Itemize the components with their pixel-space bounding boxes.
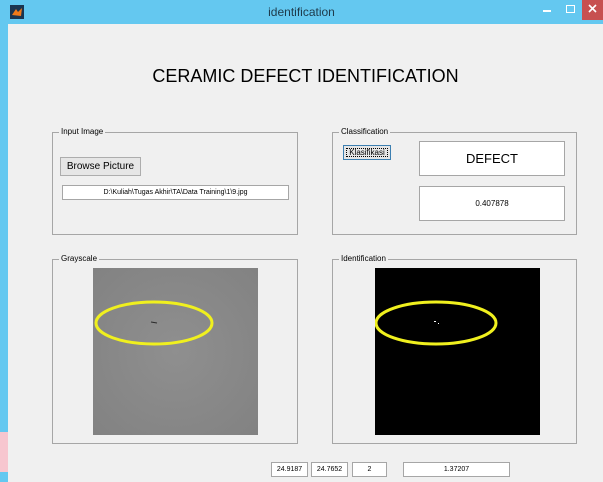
panel-title: Identification — [339, 253, 388, 265]
stat-value-2: 24.7652 — [311, 462, 348, 477]
input-image-panel: Input Image — [52, 126, 298, 235]
panel-title: Input Image — [59, 126, 106, 138]
border-highlight — [0, 432, 8, 472]
minimize-button[interactable] — [536, 0, 558, 20]
panel-title: Classification — [339, 126, 391, 138]
maximize-icon — [566, 5, 575, 13]
window-title: identification — [268, 5, 335, 19]
maximize-button[interactable] — [560, 0, 582, 20]
classification-result: DEFECT — [419, 141, 565, 176]
figure-area: CERAMIC DEFECT IDENTIFICATION Input Imag… — [8, 24, 603, 482]
focus-ring — [346, 148, 388, 157]
defect-mark — [438, 323, 439, 324]
stat-value-4: 1.37207 — [403, 462, 510, 477]
stat-value-3: 2 — [352, 462, 387, 477]
identification-overlay — [375, 300, 498, 346]
highlight-ellipse — [375, 300, 498, 346]
defect-mark — [434, 321, 436, 322]
klasifikasi-button[interactable]: Klasifikasi — [343, 145, 391, 160]
title-bar[interactable]: identification — [0, 0, 603, 24]
window-border — [0, 24, 8, 482]
grayscale-overlay — [93, 268, 258, 435]
grayscale-image — [93, 268, 258, 435]
stat-value-1: 24.9187 — [271, 462, 308, 477]
page-title: CERAMIC DEFECT IDENTIFICATION — [152, 66, 459, 86]
identification-image — [375, 268, 540, 435]
image-path-field: D:\Kuliah\Tugas Akhir\TA\Data Training\1… — [62, 185, 289, 200]
close-icon — [588, 4, 597, 13]
minimize-icon — [543, 10, 551, 12]
browse-picture-button[interactable]: Browse Picture — [60, 157, 141, 176]
application-window: identification CERAMIC DEFECT IDENTIFICA… — [0, 0, 603, 482]
classification-score: 0.407878 — [419, 186, 565, 221]
panel-title: Grayscale — [59, 253, 100, 265]
close-button[interactable] — [582, 0, 603, 20]
